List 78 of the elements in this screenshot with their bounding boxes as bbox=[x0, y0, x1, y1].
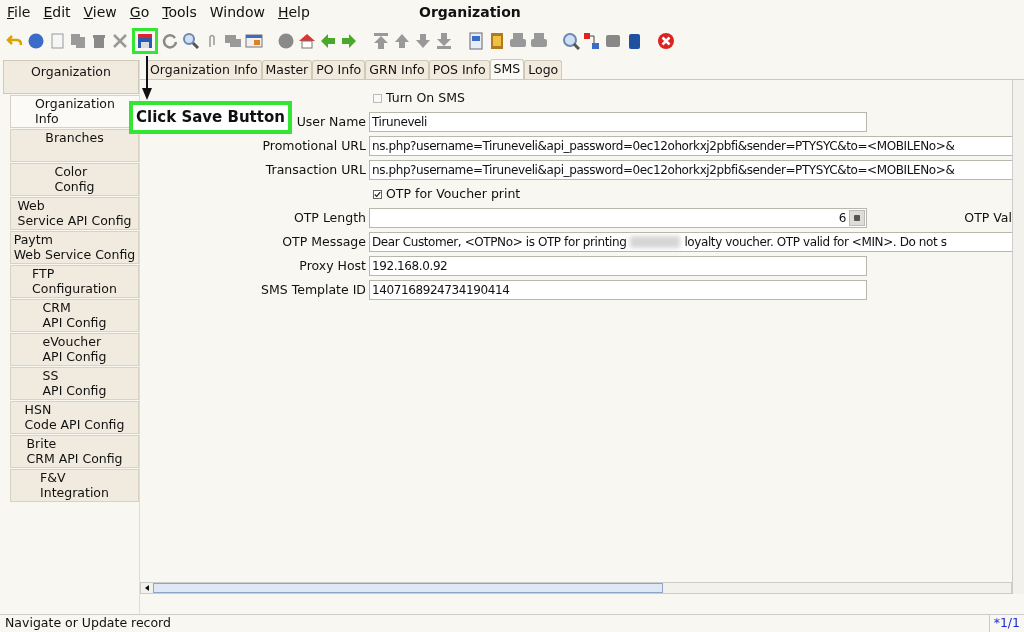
sidebar-item[interactable]: Color Config bbox=[10, 163, 139, 196]
help-icon[interactable] bbox=[27, 32, 45, 50]
record-counter: *1/1 bbox=[988, 614, 1024, 632]
down-arrow-icon[interactable] bbox=[414, 32, 432, 50]
tab[interactable]: POS Info bbox=[428, 60, 490, 79]
archive-icon[interactable] bbox=[488, 32, 506, 50]
delete-icon[interactable] bbox=[111, 32, 129, 50]
copy-icon[interactable] bbox=[69, 32, 87, 50]
field-label: OTP Message bbox=[282, 233, 366, 249]
status-message: Navigate or Update record bbox=[4, 614, 172, 632]
up-arrow-icon[interactable] bbox=[393, 32, 411, 50]
field-label: SMS Template ID bbox=[261, 281, 366, 297]
sidebar-item[interactable]: CRM API Config bbox=[10, 299, 139, 332]
checkbox[interactable] bbox=[373, 189, 382, 199]
sidebar-item[interactable]: Web Service API Config bbox=[10, 197, 139, 230]
text-field[interactable]: 1407168924734190414 bbox=[369, 280, 867, 300]
callout-label: Click Save Button bbox=[129, 101, 292, 134]
spinner-button[interactable] bbox=[849, 210, 865, 226]
search-icon[interactable] bbox=[182, 32, 200, 50]
printer-icon[interactable] bbox=[509, 32, 527, 50]
menu-item[interactable]: Edit bbox=[43, 1, 71, 23]
trash-icon[interactable] bbox=[90, 32, 108, 50]
field-label: Transaction URL bbox=[265, 161, 366, 177]
sidebar-item[interactable]: Paytm Web Service Config bbox=[10, 231, 139, 264]
message-text: Dear Customer, <OTPNo> is OTP for printing bbox=[372, 234, 627, 251]
tab[interactable]: GRN Info bbox=[365, 60, 429, 79]
sidebar-item[interactable]: SS API Config bbox=[10, 367, 139, 400]
redaction-blur bbox=[630, 236, 681, 248]
window-icon[interactable] bbox=[245, 32, 263, 50]
field-label: User Name bbox=[296, 113, 366, 129]
sidebar-item[interactable]: HSN Code API Config bbox=[10, 401, 139, 434]
number-field[interactable]: 6 bbox=[369, 208, 867, 228]
last-record-icon[interactable] bbox=[435, 32, 453, 50]
window-title: Organization bbox=[419, 2, 521, 22]
checkbox[interactable] bbox=[373, 93, 382, 103]
tab[interactable]: Master bbox=[261, 60, 313, 79]
sidebar-item[interactable]: F&V Integration bbox=[10, 469, 139, 502]
tab[interactable]: SMS bbox=[489, 59, 525, 79]
menu-item[interactable]: Help bbox=[277, 1, 310, 23]
url-field[interactable]: ns.php?username=Tiruneveli&api_password=0ec12ohorkxj2pbfi&sender=PTYSYC&to=<MOBILENo>& bbox=[369, 160, 1012, 180]
checkbox-label: Turn On SMS bbox=[386, 88, 465, 107]
menu-item[interactable]: File bbox=[7, 1, 31, 23]
chat-icon[interactable] bbox=[224, 32, 242, 50]
scroll-left-icon[interactable] bbox=[143, 584, 151, 592]
checkbox-label: OTP for Voucher print bbox=[386, 184, 521, 203]
menu-item[interactable]: Go bbox=[129, 1, 150, 23]
printer-icon[interactable] bbox=[530, 32, 548, 50]
tab[interactable]: PO Info bbox=[312, 60, 366, 79]
forward-arrow-icon[interactable] bbox=[340, 32, 358, 50]
sidebar-item[interactable]: Brite CRM API Config bbox=[10, 435, 139, 468]
gear-box-icon[interactable] bbox=[604, 32, 622, 50]
back-arrow-icon[interactable] bbox=[319, 32, 337, 50]
tab[interactable]: Organization Info bbox=[146, 60, 262, 79]
sidebar-header[interactable]: Organization bbox=[3, 60, 139, 94]
sidebar-item[interactable]: Branches bbox=[10, 129, 139, 162]
message-text: loyalty voucher. OTP valid for <MIN>. Do not s bbox=[684, 234, 947, 251]
menu-item[interactable]: View bbox=[83, 1, 117, 23]
text-field[interactable]: 192.168.0.92 bbox=[369, 256, 867, 276]
sidebar-item[interactable]: eVoucher API Config bbox=[10, 333, 139, 366]
field-label: OTP Length bbox=[293, 209, 366, 225]
refresh-icon[interactable] bbox=[161, 32, 179, 50]
menu-item[interactable]: Window bbox=[209, 1, 265, 23]
url-field[interactable]: ns.php?username=Tiruneveli&api_password=0ec12ohorkxj2pbfi&sender=PTYSYC&to=<MOBILENo>& bbox=[369, 136, 1012, 156]
text-field[interactable]: Tiruneveli bbox=[369, 112, 867, 132]
first-record-icon[interactable] bbox=[372, 32, 390, 50]
workflow-icon[interactable] bbox=[583, 32, 601, 50]
circle-icon[interactable] bbox=[277, 32, 295, 50]
tab[interactable]: Logo bbox=[524, 60, 563, 79]
field-label: Proxy Host bbox=[299, 257, 366, 273]
sidebar-item[interactable]: FTP Configuration bbox=[10, 265, 139, 298]
report-icon[interactable] bbox=[467, 32, 485, 50]
zoom-icon[interactable] bbox=[562, 32, 580, 50]
home-icon[interactable] bbox=[298, 32, 316, 50]
field-label: OTP Val bbox=[964, 208, 1012, 227]
message-field[interactable]: Dear Customer, <OTPNo> is OTP for printing loyalty voucher. OTP valid for <MIN>. Do not s bbox=[369, 232, 1012, 252]
field-label: Promotional URL bbox=[262, 137, 366, 153]
menu-item[interactable]: Tools bbox=[162, 1, 197, 23]
close-icon[interactable] bbox=[657, 32, 675, 50]
